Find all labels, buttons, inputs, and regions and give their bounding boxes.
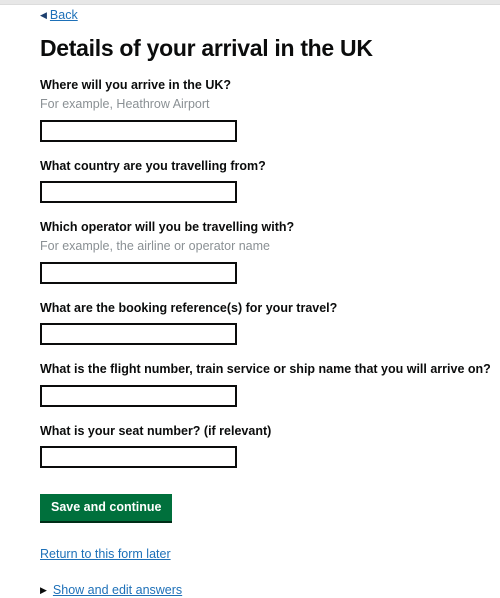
form-group-booking-reference: What are the booking reference(s) for yo… [40,301,500,346]
input-operator[interactable] [40,261,237,284]
input-country[interactable] [40,181,237,204]
form-group-arrival-location: Where will you arrive in the UK? For exa… [40,78,500,142]
return-to-form-later-link[interactable]: Return to this form later [40,547,171,561]
page-title: Details of your arrival in the UK [40,35,373,61]
show-and-edit-answers-disclosure[interactable]: ▶ Show and edit answers [40,583,500,598]
input-seat-number[interactable] [40,446,237,469]
field-label-operator: Which operator will you be travelling wi… [40,220,295,235]
input-service-number[interactable] [40,384,237,407]
field-label-seat-number: What is your seat number? (if relevant) [40,423,272,438]
field-hint-arrival-location: For example, Heathrow Airport [40,97,210,112]
button-container: Save and continue [40,494,500,524]
input-booking-reference[interactable] [40,323,237,346]
field-label-service-number: What is the flight number, train service… [40,362,491,377]
back-link-label: Back [49,8,78,23]
return-link-container: Return to this form later [40,545,500,563]
input-arrival-location[interactable] [40,119,237,142]
show-and-edit-answers-link[interactable]: Show and edit answers [53,583,182,598]
form-group-seat-number: What is your seat number? (if relevant) [40,424,500,469]
save-and-continue-button[interactable]: Save and continue [40,494,173,524]
page-content: ◀ Back Details of your arrival in the UK… [0,5,500,598]
form-group-country: What country are you travelling from? [40,159,500,204]
field-label-booking-reference: What are the booking reference(s) for yo… [40,300,338,315]
field-label-country: What country are you travelling from? [40,158,266,173]
field-label-arrival-location: Where will you arrive in the UK? [40,78,232,93]
triangle-left-icon: ◀ [40,10,47,20]
form-group-service-number: What is the flight number, train service… [40,362,500,407]
triangle-right-icon: ▶ [40,585,47,596]
form-group-operator: Which operator will you be travelling wi… [40,220,500,284]
back-link[interactable]: ◀ Back [40,9,78,22]
field-hint-operator: For example, the airline or operator nam… [40,238,270,253]
